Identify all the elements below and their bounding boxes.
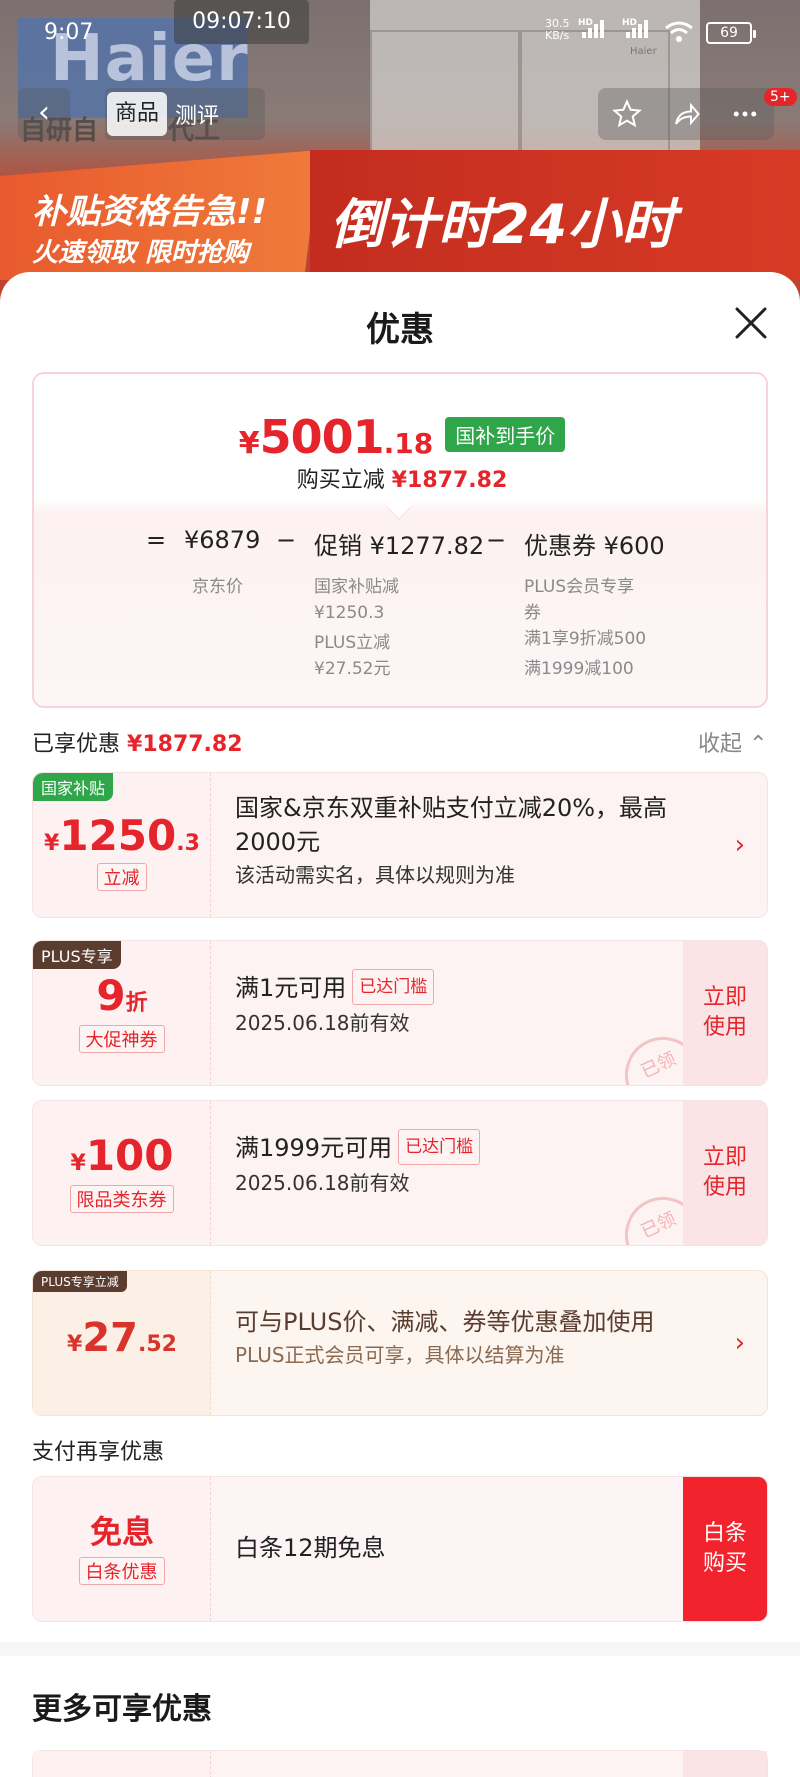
coupon-ribbon: PLUS专享 — [33, 941, 121, 969]
coupon-ribbon: 国家补贴 — [33, 773, 114, 801]
coupon-category-100: ¥100 限品类东券 满1999元可用 已达门槛 2025.06.18前有效 已领… — [32, 1100, 768, 1246]
status-time: 9:07 — [44, 20, 94, 45]
coupon-main: 可与PLUS价、满减、券等优惠叠加使用 PLUS正式会员可享，具体以结算为准 — [235, 1308, 655, 1367]
coupon-amount: 9折 — [96, 971, 148, 1020]
signal-icon — [582, 20, 604, 38]
coupon-main: 满1999元可用 已达门槛 2025.06.18前有效 — [235, 1129, 481, 1199]
jd-price-label: 京东价 — [192, 577, 243, 597]
final-price: ¥ 5001 .18 国补到手价 — [34, 410, 770, 464]
minus-sign-2: − — [486, 526, 507, 554]
tab-product[interactable]: 商品 — [107, 92, 168, 136]
coupon-left: PLUS专享立减 ¥27.52 — [33, 1271, 211, 1415]
coupon-baitiao: 免息 白条优惠 白条12期免息 白条购买 — [32, 1476, 768, 1622]
enjoyed-discount: 已享优惠 ¥1877.82 — [32, 732, 243, 757]
pay-discount-label: 支付再享优惠 — [32, 1440, 165, 1465]
coupon-plus-instant[interactable]: PLUS专享立减 ¥27.52 可与PLUS价、满减、券等优惠叠加使用 PLUS… — [32, 1270, 768, 1416]
network-rate: 30.5 KB/s — [545, 17, 570, 42]
chevron-right-icon[interactable]: › — [735, 1328, 745, 1358]
coupon-main: 国家&京东双重补贴支付立减20%，最高 2000元 该活动需实名，具体以规则为准 — [235, 794, 668, 887]
threshold-tag: 已达门槛 — [352, 969, 435, 1005]
coupon-plus-discount: PLUS专享 9折 大促神券 满1元可用 已达门槛 2025.06.18前有效 已… — [32, 940, 768, 1086]
coupon-chip: 立减 — [96, 863, 147, 891]
promo-line2: 火速领取 限时抢购 — [32, 238, 250, 268]
coupon-amount: ¥100 — [70, 1131, 174, 1180]
coupon-left: ¥100 限品类东券 — [33, 1101, 211, 1245]
tab-review[interactable]: 测评 — [167, 98, 227, 130]
coupon-amount: 免息 — [89, 1513, 154, 1551]
promo-countdown: 倒计时24小时 — [330, 193, 676, 256]
back-button[interactable]: ‹ — [18, 88, 70, 140]
coupon-breakdown: PLUS会员专享 券 满1享9折减500 满1999减100 — [524, 577, 647, 679]
section-divider — [0, 1642, 800, 1656]
coupon-chip: 白条优惠 — [78, 1557, 165, 1585]
wifi-icon — [665, 21, 693, 42]
favorite-star-icon[interactable] — [612, 99, 643, 129]
promo-total: 促销 ¥1277.82 — [314, 532, 485, 560]
coupon-national-subsidy[interactable]: 国家补贴 ¥1250.3 立减 国家&京东双重补贴支付立减20%，最高 2000… — [32, 772, 768, 918]
floating-clock: 09:07:10 — [174, 0, 309, 44]
nav-tabs: 商品 测评 — [105, 88, 265, 140]
promo-breakdown: 国家补贴减 ¥1250.3 PLUS立减 ¥27.52元 — [314, 577, 399, 679]
banner-promo-left: 补贴资格告急!! 火速领取 限时抢购 — [0, 150, 320, 280]
coupon-amount: ¥27.52 — [67, 1315, 177, 1361]
coupon-ribbon: PLUS专享立减 — [33, 1271, 127, 1292]
more-dots-icon[interactable] — [730, 99, 760, 129]
coupon-chip: 限品类东券 — [69, 1185, 174, 1213]
more-coupon-card[interactable] — [32, 1750, 768, 1777]
status-bar: 9:07 09:07:10 30.5 KB/s HD HD 69 — [0, 0, 800, 60]
baitiao-buy-button[interactable]: 白条购买 — [683, 1477, 767, 1621]
top-nav: ‹ 商品 测评 5+ — [0, 88, 800, 144]
use-now-button[interactable]: 立即使用 — [683, 941, 767, 1085]
message-badge: 5+ — [764, 88, 797, 106]
minus-sign-1: − — [276, 526, 297, 554]
total-reduction: 购买立减 ¥1877.82 — [296, 468, 508, 493]
banner-promo-right: 倒计时24小时 — [310, 150, 800, 280]
coupon-total: 优惠券 ¥600 — [524, 532, 665, 560]
equals-sign: = — [146, 526, 167, 554]
promo-line1: 补贴资格告急!! — [32, 192, 268, 232]
coupon-chip: 大促神券 — [78, 1025, 165, 1053]
discount-sheet: 优惠 ¥ 5001 .18 国补到手价 购买立减 ¥1877.82 = ¥687… — [0, 272, 800, 1777]
signal-icon-2 — [626, 20, 648, 38]
coupon-left: 国家补贴 ¥1250.3 立减 — [33, 773, 211, 917]
battery-icon: 69 — [706, 22, 756, 44]
coupon-left: 免息 白条优惠 — [33, 1477, 211, 1621]
chevron-right-icon[interactable]: › — [735, 830, 745, 860]
nav-actions — [598, 88, 774, 140]
chevron-up-icon: ⌃ — [749, 732, 768, 757]
price-type-tag: 国补到手价 — [445, 417, 566, 452]
price-summary-card: ¥ 5001 .18 国补到手价 购买立减 ¥1877.82 = ¥6879 京… — [32, 372, 768, 708]
threshold-tag: 已达门槛 — [398, 1129, 481, 1165]
coupon-main: 满1元可用 已达门槛 2025.06.18前有效 — [235, 969, 435, 1039]
callout-pointer — [386, 494, 412, 520]
more-discounts-title: 更多可享优惠 — [32, 1692, 212, 1727]
sheet-title: 优惠 — [366, 310, 434, 350]
coupon-main: 白条12期免息 — [235, 1534, 386, 1562]
close-icon[interactable] — [734, 306, 768, 340]
coupon-amount: ¥1250.3 — [44, 811, 200, 860]
collapse-toggle[interactable]: 收起 ⌃ — [698, 726, 767, 758]
share-icon[interactable] — [671, 99, 701, 129]
coupon-left: PLUS专享 9折 大促神券 — [33, 941, 211, 1085]
jd-price: ¥6879 — [184, 526, 261, 554]
use-now-button[interactable]: 立即使用 — [683, 1101, 767, 1245]
